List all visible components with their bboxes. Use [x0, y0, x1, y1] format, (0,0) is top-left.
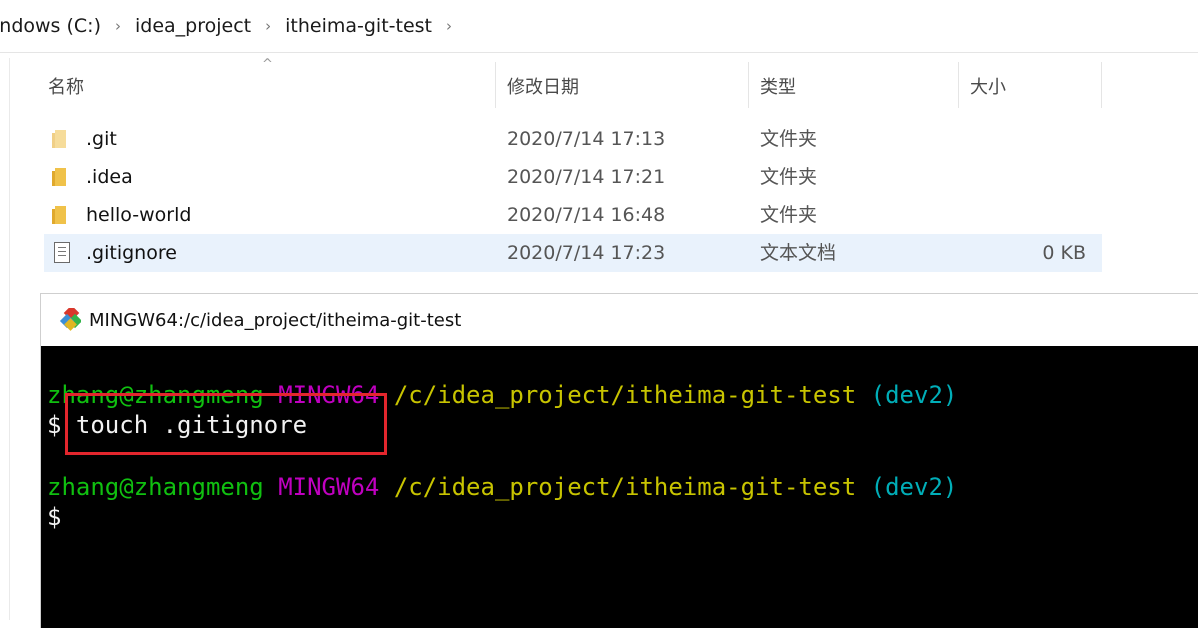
prompt-branch: (dev2)	[870, 473, 958, 501]
file-size: 0 KB	[1042, 242, 1086, 264]
breadcrumb-idea-project[interactable]: idea_project	[135, 15, 251, 37]
column-divider[interactable]	[958, 62, 959, 108]
file-type: 文件夹	[760, 204, 818, 226]
chevron-right-icon[interactable]: ›	[115, 17, 121, 35]
prompt-path: /c/idea_project/itheima-git-test	[393, 473, 857, 501]
column-header-size[interactable]: 大小	[970, 60, 1006, 110]
chevron-right-icon[interactable]: ›	[265, 17, 271, 35]
column-header-modified[interactable]: 修改日期	[507, 60, 579, 110]
text-file-icon	[54, 242, 70, 263]
column-header-name[interactable]: 名称	[48, 60, 84, 110]
column-header-row: ^ 名称 修改日期 类型 大小	[44, 57, 1102, 110]
column-header-type[interactable]: 类型	[760, 60, 796, 110]
prompt-path: /c/idea_project/itheima-git-test	[393, 381, 857, 409]
folder-icon	[52, 130, 70, 148]
file-modified: 2020/7/14 17:23	[507, 242, 666, 264]
file-name: hello-world	[86, 204, 192, 226]
prompt-dollar: $	[47, 411, 62, 439]
folder-icon	[52, 168, 70, 186]
file-row-idea[interactable]: .idea 2020/7/14 17:21 文件夹	[44, 158, 1102, 196]
column-divider[interactable]	[748, 62, 749, 108]
file-type: 文件夹	[760, 128, 818, 150]
prompt-dollar: $	[47, 503, 62, 531]
terminal-title: MINGW64:/c/idea_project/itheima-git-test	[89, 309, 462, 331]
file-name: .gitignore	[86, 242, 177, 264]
file-name: .git	[86, 128, 117, 150]
breadcrumb-drive[interactable]: indows (C:)	[0, 15, 101, 37]
sort-ascending-icon: ^	[262, 57, 273, 72]
terminal-output[interactable]: zhang@zhangmeng MINGW64 /c/idea_project/…	[41, 346, 1198, 628]
git-bash-window[interactable]: MINGW64:/c/idea_project/itheima-git-test…	[40, 293, 1198, 628]
pane-left-edge	[9, 58, 10, 620]
file-modified: 2020/7/14 17:21	[507, 166, 666, 188]
file-row-hello-world[interactable]: hello-world 2020/7/14 16:48 文件夹	[44, 196, 1102, 234]
file-name: .idea	[86, 166, 133, 188]
chevron-right-icon[interactable]: ›	[446, 17, 452, 35]
command-highlight-box	[65, 393, 387, 455]
file-type: 文件夹	[760, 166, 818, 188]
file-row-git[interactable]: .git 2020/7/14 17:13 文件夹	[44, 120, 1102, 158]
file-modified: 2020/7/14 16:48	[507, 204, 666, 226]
file-modified: 2020/7/14 17:13	[507, 128, 666, 150]
column-divider[interactable]	[1101, 62, 1102, 108]
file-row-gitignore[interactable]: .gitignore 2020/7/14 17:23 文本文档 0 KB	[44, 234, 1102, 272]
input-line[interactable]: $	[47, 502, 61, 532]
git-bash-logo-icon	[59, 308, 81, 331]
prompt-system: MINGW64	[278, 473, 380, 501]
file-list: .git 2020/7/14 17:13 文件夹 .idea 2020/7/14…	[44, 120, 1102, 272]
column-divider[interactable]	[495, 62, 496, 108]
address-bar-breadcrumb[interactable]: indows (C:) › idea_project › itheima-git…	[0, 0, 1198, 53]
prompt-user-host: zhang@zhangmeng	[47, 473, 264, 501]
folder-icon	[52, 206, 70, 224]
prompt-line: zhang@zhangmeng MINGW64 /c/idea_project/…	[47, 472, 957, 502]
terminal-titlebar[interactable]: MINGW64:/c/idea_project/itheima-git-test	[41, 294, 1198, 346]
prompt-branch: (dev2)	[870, 381, 958, 409]
file-type: 文本文档	[760, 242, 837, 264]
breadcrumb-current-folder[interactable]: itheima-git-test	[285, 15, 432, 37]
